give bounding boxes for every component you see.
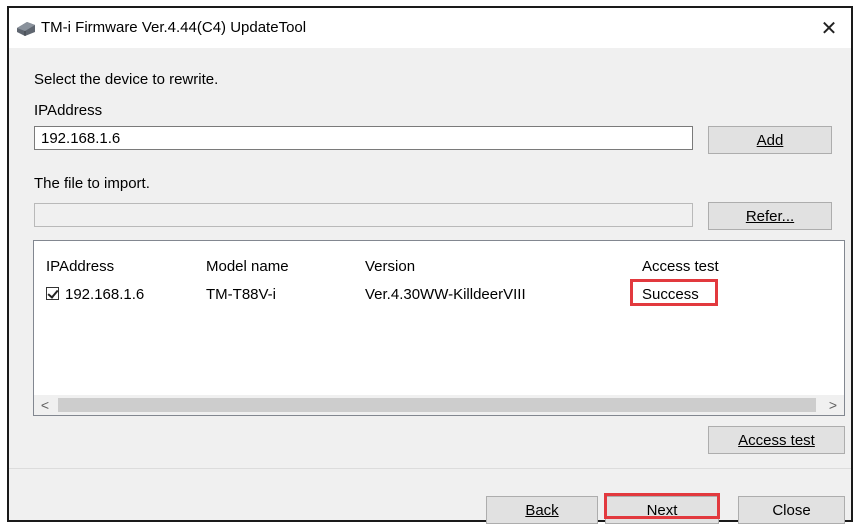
scrollbar-thumb[interactable] <box>58 398 816 412</box>
row-ip-text: 192.168.1.6 <box>65 286 145 303</box>
scroll-left-icon[interactable]: < <box>35 396 55 414</box>
add-button-label: Add <box>756 131 784 149</box>
column-header-access-test[interactable]: Access test <box>642 258 719 275</box>
update-tool-window: TM-i Firmware Ver.4.44(C4) UpdateTool ✕ … <box>7 6 853 524</box>
device-list[interactable]: IPAddress Model name Version Access test… <box>33 240 845 416</box>
window-title: TM-i Firmware Ver.4.44(C4) UpdateTool <box>41 19 307 36</box>
row-ip-cell: 192.168.1.6 <box>46 286 144 303</box>
ip-address-label: IPAddress <box>34 102 103 119</box>
horizontal-scrollbar[interactable]: < > <box>34 395 844 415</box>
title-bar: TM-i Firmware Ver.4.44(C4) UpdateTool ✕ <box>9 8 851 48</box>
close-button[interactable]: Close <box>738 496 845 524</box>
scroll-right-icon[interactable]: > <box>823 396 843 414</box>
refer-button[interactable]: Refer... <box>708 202 832 230</box>
back-button[interactable]: Back <box>486 496 598 524</box>
file-import-label: The file to import. <box>34 175 150 192</box>
add-button[interactable]: Add <box>708 126 832 154</box>
column-header-version[interactable]: Version <box>365 258 415 275</box>
back-button-label: Back <box>525 501 559 519</box>
file-path-input[interactable] <box>34 203 693 227</box>
row-checkbox[interactable] <box>46 287 59 300</box>
column-header-ipaddress[interactable]: IPAddress <box>46 258 114 275</box>
refer-button-label: Refer... <box>745 207 795 225</box>
instruction-text: Select the device to rewrite. <box>34 71 219 88</box>
ip-address-input[interactable] <box>34 126 693 150</box>
row-model-cell: TM-T88V-i <box>206 286 277 303</box>
access-test-button[interactable]: Access test <box>708 426 845 454</box>
footer-separator <box>9 468 851 469</box>
row-version-cell: Ver.4.30WW-KilldeerVIII <box>365 286 526 303</box>
next-highlight-box <box>604 493 720 519</box>
close-button-label: Close <box>772 501 811 519</box>
access-test-button-label: Access test <box>738 431 815 449</box>
success-highlight-box <box>630 279 718 306</box>
close-icon[interactable]: ✕ <box>807 8 851 48</box>
printer-app-icon <box>17 22 35 36</box>
column-header-model-name[interactable]: Model name <box>206 258 289 275</box>
